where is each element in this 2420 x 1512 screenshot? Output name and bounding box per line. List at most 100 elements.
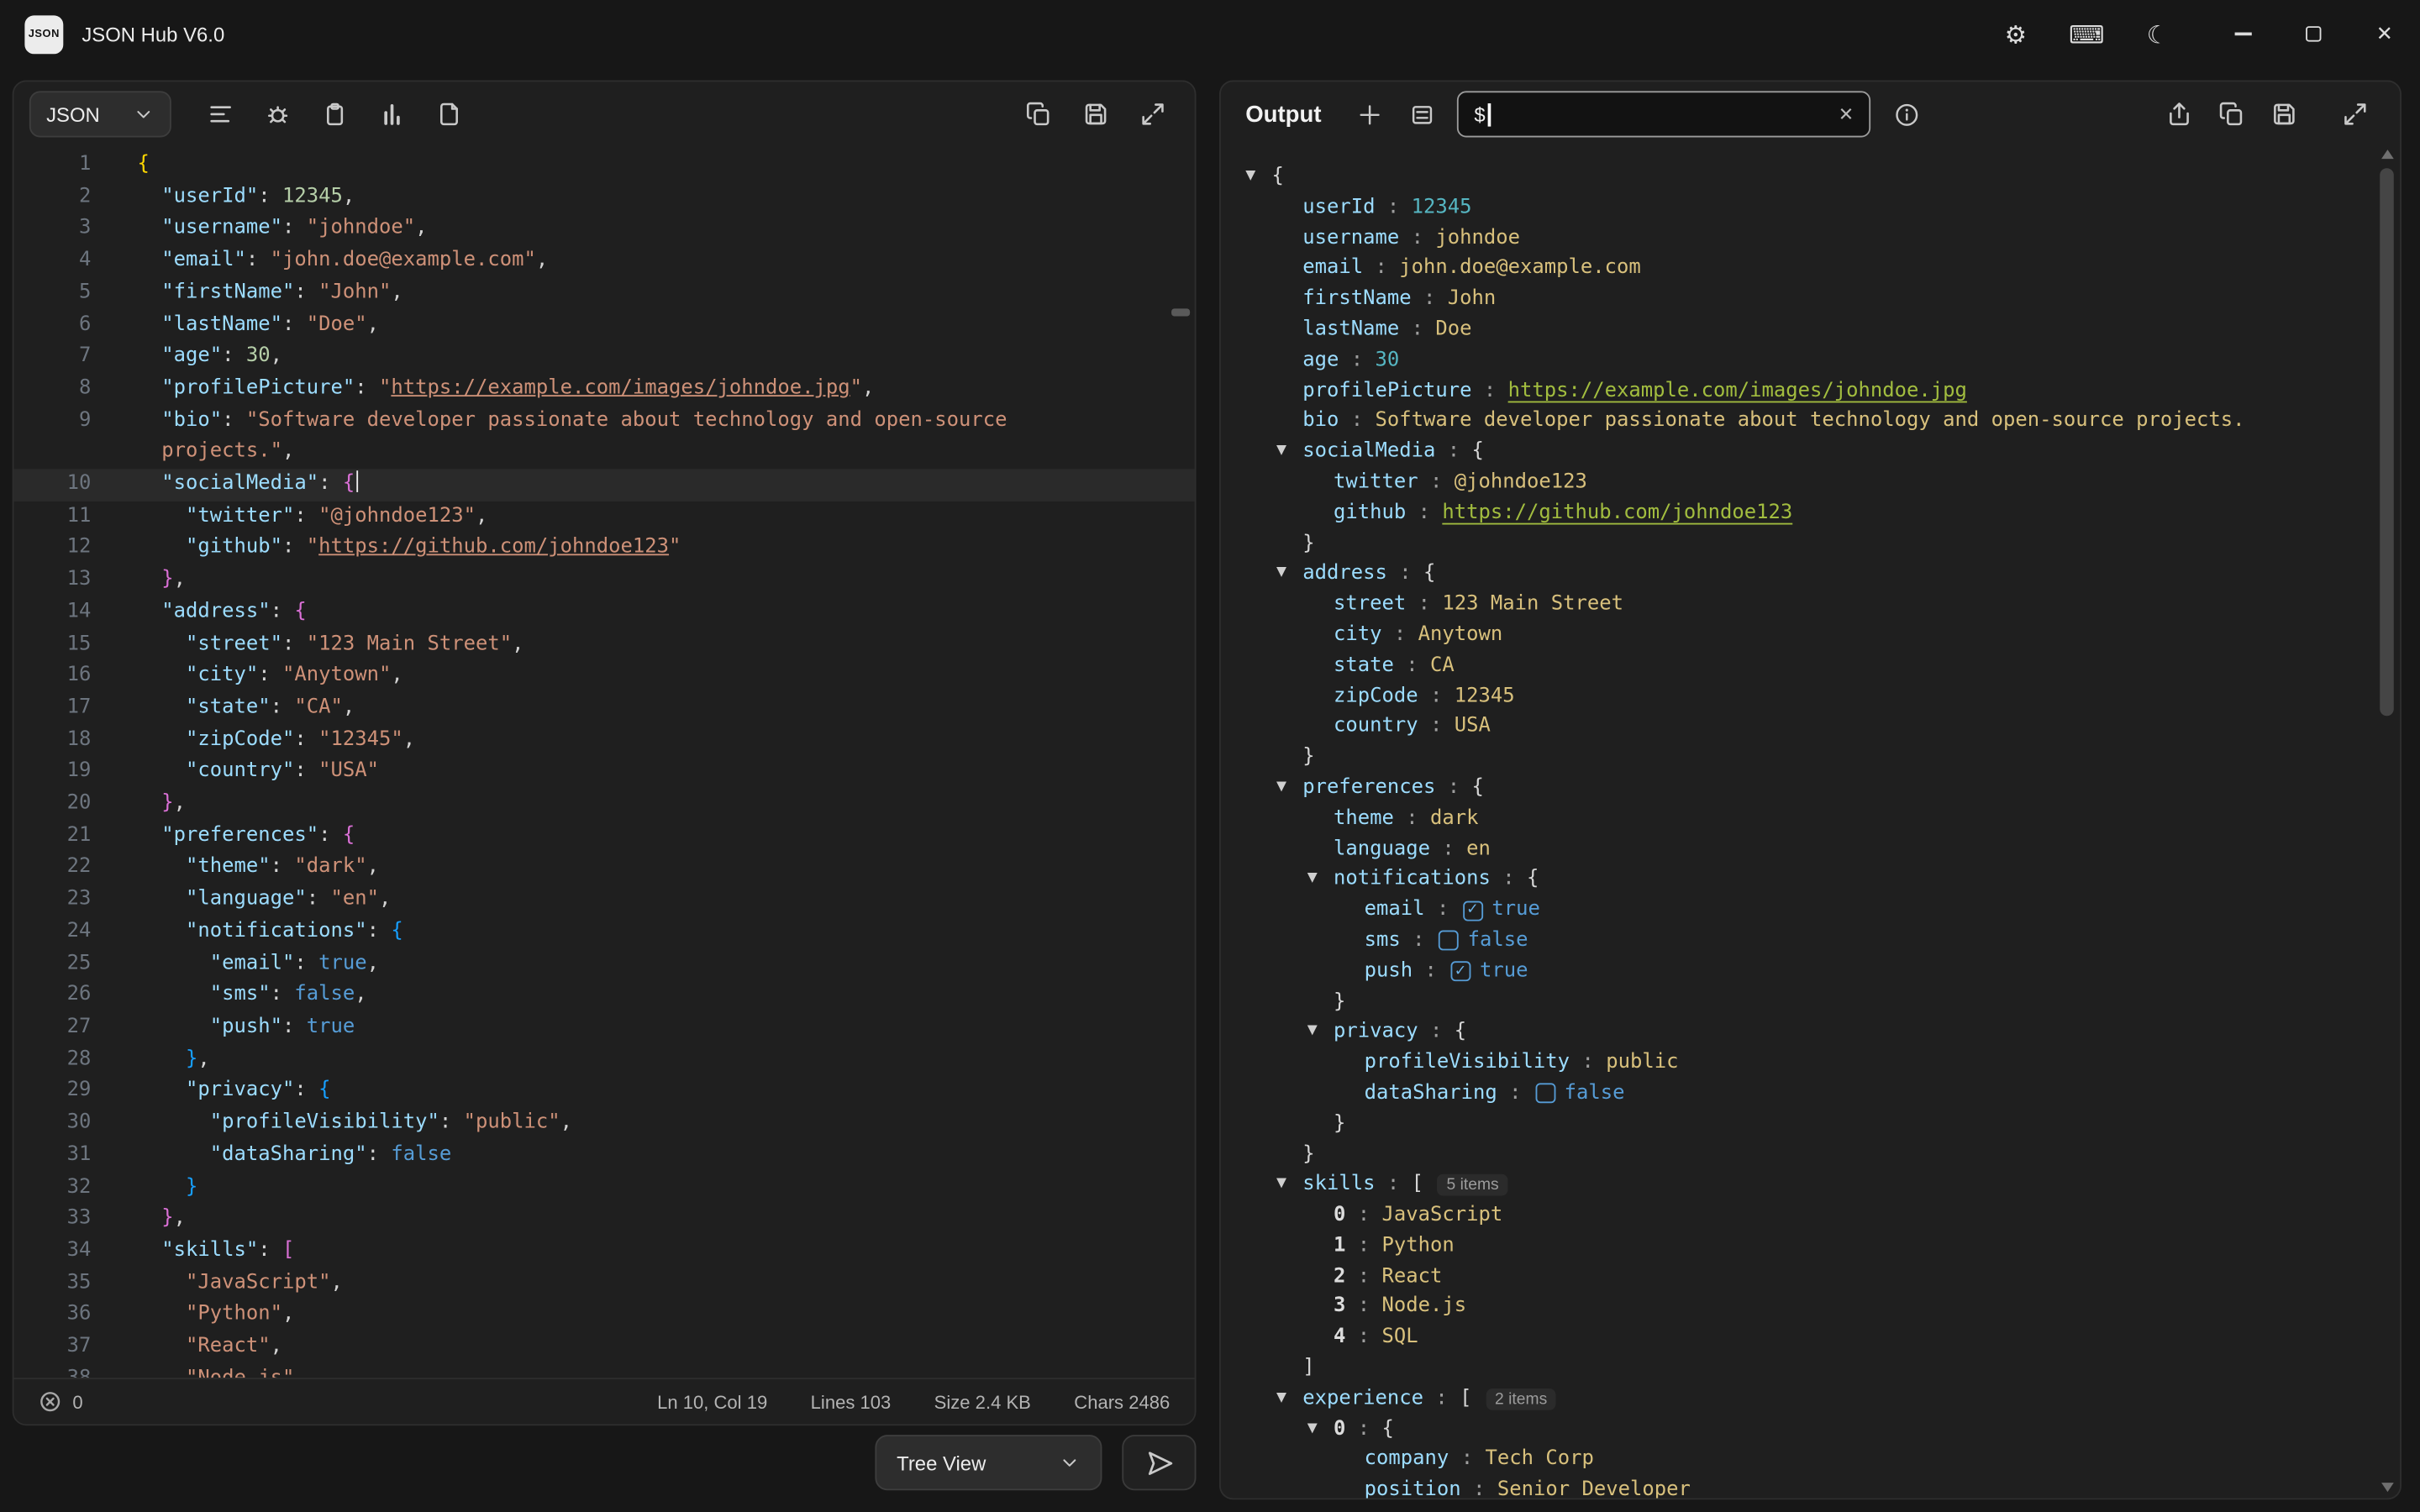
code-line[interactable]: 38"Node.js", [14, 1363, 1195, 1378]
code-line[interactable]: 31"dataSharing": false [14, 1140, 1195, 1172]
code-line[interactable]: 37"React", [14, 1331, 1195, 1363]
code-line[interactable]: 20}, [14, 789, 1195, 821]
query-info-button[interactable] [1880, 91, 1932, 137]
code-line[interactable]: 9"bio": "Software developer passionate a… [14, 405, 1195, 469]
code-line[interactable]: 16"city": "Anytown", [14, 661, 1195, 693]
view-mode-selector[interactable]: Tree View [875, 1435, 1102, 1490]
tree-row: street : 123 Main Street [1221, 590, 2375, 620]
code-line[interactable]: 29"privacy": { [14, 1076, 1195, 1108]
code-line[interactable]: 8"profilePicture": "https://example.com/… [14, 373, 1195, 405]
code-link[interactable]: https://github.com/johndoe123 [318, 536, 669, 559]
save-button[interactable] [1070, 91, 1122, 137]
code-line[interactable]: 28}, [14, 1044, 1195, 1076]
code-line[interactable]: 1{ [14, 150, 1195, 181]
collapse-arrow-icon[interactable]: ▼ [1276, 437, 1302, 467]
keyboard-shortcuts-button[interactable]: ⌨ [2065, 13, 2108, 55]
jsonpath-query-input[interactable]: $ ✕ [1457, 91, 1870, 137]
code-line[interactable]: 34"skills": [ [14, 1236, 1195, 1268]
code-line[interactable]: 19"country": "USA" [14, 757, 1195, 789]
run-button[interactable] [1122, 1435, 1196, 1490]
maximize-button[interactable] [2278, 0, 2349, 68]
minimize-button[interactable] [2207, 0, 2278, 68]
theme-toggle-button[interactable]: ☾ [2136, 13, 2179, 55]
convert-button[interactable] [423, 91, 475, 137]
code-content: "username": "johndoe", [91, 213, 1194, 245]
tree-view[interactable]: ▼{userId : 12345username : johndoeemail … [1221, 146, 2375, 1498]
collapse-arrow-icon[interactable]: ▼ [1276, 773, 1302, 803]
code-line[interactable]: 33}, [14, 1204, 1195, 1236]
tree-row[interactable]: ▼skills : [5 items [1221, 1170, 2375, 1200]
collapse-arrow-icon[interactable]: ▼ [1307, 864, 1334, 895]
code-line[interactable]: 32} [14, 1172, 1195, 1204]
tree-row[interactable]: ▼address : { [1221, 559, 2375, 590]
code-line[interactable]: 26"sms": false, [14, 980, 1195, 1012]
code-line[interactable]: 22"theme": "dark", [14, 853, 1195, 885]
sort-button[interactable] [366, 91, 418, 137]
tree-row[interactable]: ▼notifications : { [1221, 864, 2375, 895]
language-selector[interactable]: JSON [29, 91, 171, 137]
scroll-down-icon[interactable] [2381, 1483, 2394, 1492]
editor-scrollbar-thumb[interactable] [1171, 308, 1190, 316]
code-line[interactable]: 35"JavaScript", [14, 1268, 1195, 1299]
tree-value-link[interactable]: https://github.com/johndoe123 [1442, 498, 1792, 528]
code-line[interactable]: 2"userId": 12345, [14, 181, 1195, 213]
collapse-arrow-icon[interactable]: ▼ [1307, 1017, 1334, 1047]
code-line[interactable]: 18"zipCode": "12345", [14, 725, 1195, 757]
add-button[interactable] [1343, 91, 1395, 137]
code-line[interactable]: 24"notifications": { [14, 916, 1195, 948]
close-button[interactable]: ✕ [2349, 0, 2420, 68]
code-line[interactable]: 7"age": 30, [14, 341, 1195, 373]
output-scrollbar[interactable] [2378, 150, 2396, 1492]
collapse-arrow-icon[interactable]: ▼ [1276, 1383, 1302, 1414]
expand-editor-button[interactable] [1127, 91, 1179, 137]
tree-row: email : ✓true [1221, 895, 2375, 926]
code-line[interactable]: 23"language": "en", [14, 885, 1195, 916]
tree-row[interactable]: ▼experience : [2 items [1221, 1383, 2375, 1414]
code-line[interactable]: 13}, [14, 565, 1195, 597]
code-line[interactable]: 10"socialMedia": { [14, 469, 1195, 501]
copy-output-button[interactable] [2206, 91, 2258, 137]
code-line[interactable]: 3"username": "johndoe", [14, 213, 1195, 245]
code-line[interactable]: 14"address": { [14, 597, 1195, 629]
code-line[interactable]: 25"email": true, [14, 948, 1195, 980]
code-link[interactable]: https://example.com/images/johndoe.jpg [391, 376, 850, 400]
copy-button[interactable] [1013, 91, 1065, 137]
code-line[interactable]: 27"push": true [14, 1012, 1195, 1044]
tree-row[interactable]: ▼preferences : { [1221, 773, 2375, 803]
paste-button[interactable] [308, 91, 360, 137]
code-line[interactable]: 4"email": "john.doe@example.com", [14, 245, 1195, 277]
code-line[interactable]: 15"street": "123 Main Street", [14, 629, 1195, 661]
code-line[interactable]: 30"profileVisibility": "public", [14, 1108, 1195, 1140]
share-button[interactable] [2153, 91, 2205, 137]
tree-row[interactable]: ▼0 : { [1221, 1415, 2375, 1445]
settings-button[interactable]: ⚙ [1994, 13, 2037, 55]
tree-row[interactable]: ▼privacy : { [1221, 1017, 2375, 1047]
code-editor[interactable]: 1{2"userId": 12345,3"username": "johndoe… [14, 146, 1195, 1378]
collapse-arrow-icon[interactable]: ▼ [1245, 162, 1271, 192]
view-options-button[interactable] [1396, 91, 1448, 137]
collapse-arrow-icon[interactable]: ▼ [1276, 559, 1302, 590]
line-number: 27 [14, 1012, 92, 1044]
output-scrollbar-thumb[interactable] [2380, 168, 2394, 716]
clear-query-button[interactable]: ✕ [1839, 103, 1854, 125]
collapse-arrow-icon[interactable]: ▼ [1307, 1415, 1334, 1445]
code-line[interactable]: 12"github": "https://github.com/johndoe1… [14, 533, 1195, 564]
collapse-arrow-icon[interactable]: ▼ [1276, 1170, 1302, 1200]
scroll-up-icon[interactable] [2381, 150, 2394, 159]
expand-output-button[interactable] [2329, 91, 2381, 137]
tree-row[interactable]: ▼{ [1221, 162, 2375, 192]
format-button[interactable] [194, 91, 246, 137]
tree-row[interactable]: ▼socialMedia : { [1221, 437, 2375, 467]
key-value-separator: : [1345, 1292, 1381, 1322]
code-line[interactable]: 36"Python", [14, 1299, 1195, 1331]
validate-button[interactable] [251, 91, 303, 137]
code-line[interactable]: 17"state": "CA", [14, 693, 1195, 725]
code-line[interactable]: 21"preferences": { [14, 821, 1195, 853]
code-line[interactable]: 11"twitter": "@johndoe123", [14, 501, 1195, 533]
tree-key: lastName [1302, 315, 1399, 345]
code-line[interactable]: 5"firstName": "John", [14, 277, 1195, 309]
tree-value-link[interactable]: https://example.com/images/johndoe.jpg [1508, 375, 1967, 406]
save-output-button[interactable] [2258, 91, 2310, 137]
line-number: 22 [14, 853, 92, 885]
code-line[interactable]: 6"lastName": "Doe", [14, 309, 1195, 341]
